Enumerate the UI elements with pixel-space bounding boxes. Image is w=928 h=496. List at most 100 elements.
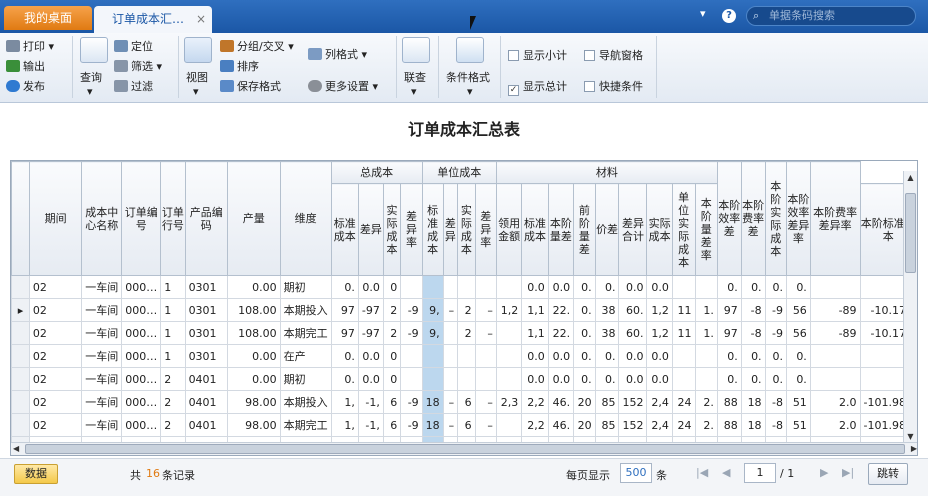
- table-cell[interactable]: 22.: [547, 321, 575, 345]
- table-cell[interactable]: [671, 367, 696, 391]
- table-cell[interactable]: 6: [457, 390, 476, 414]
- table-cell[interactable]: –: [474, 321, 497, 345]
- table-cell[interactable]: -1,: [357, 390, 384, 414]
- table-cell[interactable]: [442, 367, 459, 391]
- table-cell[interactable]: 0.: [330, 344, 359, 368]
- table-cell[interactable]: 1: [160, 275, 186, 299]
- table-cell[interactable]: 本期投入: [279, 298, 332, 322]
- table-cell[interactable]: [457, 367, 476, 391]
- table-cell[interactable]: [442, 344, 459, 368]
- table-row[interactable]: 02 一车间 000… 1 0301 0.00 期初 0. 0.0 0 0.0 0.0 0. 0. 0.0 0…: [11, 275, 917, 299]
- table-cell[interactable]: 0401: [184, 367, 228, 391]
- table-row[interactable]: 02 一车间 000… 2 0401 98.00 本期完工 1, -1, 6 -9 18–6–2,2 4…: [11, 413, 917, 437]
- table-cell[interactable]: 2: [457, 298, 476, 322]
- col-header[interactable]: 差异率: [474, 183, 497, 276]
- save-format-button[interactable]: 保存格式: [220, 78, 281, 94]
- table-cell[interactable]: [495, 413, 523, 437]
- table-cell[interactable]: -89: [809, 298, 861, 322]
- table-cell[interactable]: 97: [330, 321, 359, 345]
- table-cell[interactable]: 97: [716, 321, 742, 345]
- table-cell[interactable]: –: [442, 298, 459, 322]
- chevron-down-icon[interactable]: ▾: [700, 7, 706, 20]
- table-cell[interactable]: 6: [457, 413, 476, 437]
- table-cell[interactable]: 152: [618, 413, 648, 437]
- col-header[interactable]: 产品编码: [184, 161, 228, 276]
- table-cell[interactable]: -97: [357, 321, 384, 345]
- per-page-input[interactable]: 500: [620, 463, 652, 483]
- last-page-icon[interactable]: ▶|: [842, 466, 854, 479]
- scroll-left-icon[interactable]: ◀: [13, 444, 19, 453]
- table-cell[interactable]: 0.0: [618, 367, 648, 391]
- table-cell[interactable]: 0.: [330, 275, 359, 299]
- table-cell[interactable]: 18: [740, 413, 766, 437]
- table-cell[interactable]: 000…: [121, 390, 162, 414]
- table-cell[interactable]: [457, 344, 476, 368]
- next-page-icon[interactable]: ▶: [820, 466, 828, 479]
- table-cell[interactable]: 97: [716, 298, 742, 322]
- table-cell[interactable]: 一车间: [81, 413, 123, 437]
- table-cell[interactable]: 6: [382, 390, 402, 414]
- table-cell[interactable]: 0.0: [547, 344, 575, 368]
- table-cell[interactable]: 0301: [184, 298, 228, 322]
- table-cell[interactable]: 98.00: [226, 413, 281, 437]
- table-cell[interactable]: [442, 275, 459, 299]
- table-cell[interactable]: 000…: [121, 298, 162, 322]
- table-cell[interactable]: 0.: [785, 367, 811, 391]
- help-icon[interactable]: ?: [722, 9, 736, 23]
- table-cell[interactable]: 2,4: [646, 390, 673, 414]
- table-row[interactable]: 02 一车间 000… 1 0301 108.00 本期完工 97 -97 2 -9 9, 2–1,1 2…: [11, 321, 917, 345]
- table-cell[interactable]: 0.: [594, 344, 620, 368]
- table-cell[interactable]: 60.: [618, 298, 648, 322]
- table-cell[interactable]: 02: [28, 367, 83, 391]
- col-header[interactable]: 前阶量差: [573, 183, 596, 276]
- table-cell[interactable]: 20: [573, 390, 596, 414]
- table-cell[interactable]: 2: [382, 298, 402, 322]
- row-selector[interactable]: [11, 321, 30, 345]
- col-header[interactable]: 本阶量差率: [694, 183, 718, 276]
- table-cell[interactable]: 0.0: [357, 367, 384, 391]
- table-cell[interactable]: –: [474, 413, 497, 437]
- table-cell[interactable]: [457, 275, 476, 299]
- table-cell[interactable]: 0.: [716, 344, 742, 368]
- col-header[interactable]: 本阶效率差: [716, 161, 742, 276]
- table-cell[interactable]: 0.00: [226, 275, 281, 299]
- table-cell[interactable]: 98.00: [226, 390, 281, 414]
- col-header[interactable]: 单位实际成本: [671, 183, 696, 276]
- table-cell[interactable]: -9: [400, 321, 423, 345]
- scroll-right-icon[interactable]: ▶: [911, 444, 917, 453]
- table-cell[interactable]: 22.: [547, 298, 575, 322]
- table-cell[interactable]: 0.0: [521, 367, 549, 391]
- table-cell[interactable]: 期初: [279, 275, 332, 299]
- table-cell[interactable]: 000…: [121, 344, 162, 368]
- table-cell[interactable]: 1,1: [521, 298, 549, 322]
- export-button[interactable]: 输出: [6, 58, 45, 74]
- table-cell[interactable]: 0: [382, 367, 402, 391]
- col-header[interactable]: 成本中心名称: [81, 161, 123, 276]
- close-icon[interactable]: ×: [196, 6, 206, 32]
- view-button[interactable]: 视图 ▾: [186, 69, 208, 98]
- table-cell[interactable]: 0.: [716, 367, 742, 391]
- condition-format-button[interactable]: 条件格式 ▾: [446, 69, 490, 98]
- table-cell[interactable]: 000…: [121, 367, 162, 391]
- table-cell[interactable]: [400, 367, 423, 391]
- table-cell[interactable]: 0.0: [646, 367, 673, 391]
- query-button[interactable]: 查询 ▾: [80, 69, 102, 98]
- table-cell[interactable]: 0401: [184, 390, 228, 414]
- quick-condition-checkbox[interactable]: 快捷条件: [584, 78, 643, 94]
- table-cell[interactable]: 11: [671, 298, 696, 322]
- table-cell[interactable]: 9,: [421, 298, 444, 322]
- table-cell[interactable]: 1: [160, 344, 186, 368]
- table-cell[interactable]: 0.: [785, 275, 811, 299]
- scroll-thumb[interactable]: [25, 444, 905, 454]
- table-cell[interactable]: 0.0: [646, 275, 673, 299]
- table-cell[interactable]: 02: [28, 344, 83, 368]
- table-cell[interactable]: 一车间: [81, 344, 123, 368]
- table-cell[interactable]: -8: [740, 321, 766, 345]
- data-button[interactable]: 数据: [14, 464, 58, 484]
- table-cell[interactable]: 0.0: [618, 275, 648, 299]
- table-cell[interactable]: [474, 344, 497, 368]
- table-cell[interactable]: 0301: [184, 321, 228, 345]
- row-selector-active[interactable]: ▸: [11, 298, 30, 322]
- publish-button[interactable]: 发布: [6, 78, 45, 94]
- table-cell[interactable]: [400, 344, 423, 368]
